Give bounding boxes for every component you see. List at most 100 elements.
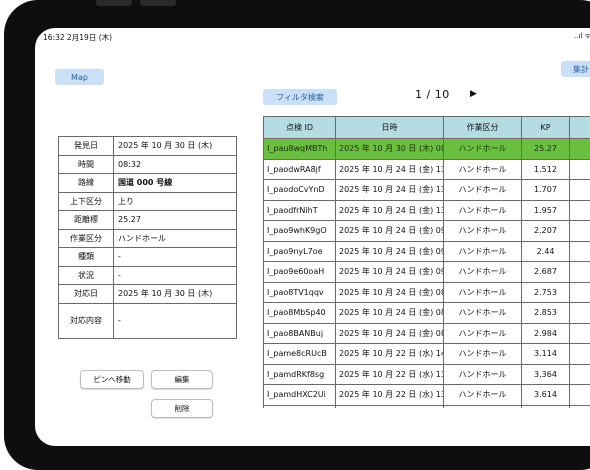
table-cell: 2025 年 10 月 22 日 (水) 13:53 (335, 363, 444, 385)
column-header[interactable]: ピ (569, 116, 590, 139)
table-row[interactable]: I_paodoCvYnD2025 年 10 月 24 日 (金) 13:24ハン… (263, 179, 590, 201)
inspection-table-viewport[interactable]: 点検 ID日時作業区分KPピ I_pau8wqMBTh2025 年 10 月 3… (263, 116, 590, 408)
table-cell: P_HH10 (569, 404, 590, 408)
table-cell: 25.27 (521, 138, 570, 160)
table-cell: I_pao8TV1qqv (263, 281, 336, 303)
detail-value: 25.27 (113, 210, 237, 230)
table-cell: 2.44 (521, 240, 570, 262)
detail-row: 状況 - (58, 265, 237, 285)
table-cell: I_pamdHXC2Ui (263, 384, 336, 406)
table-cell: P_HH10 (569, 343, 590, 365)
table-cell: P_HH10 (569, 138, 590, 160)
status-time-date: 16:32 2月19日 (木) (43, 33, 113, 42)
table-cell: I_paodoCvYnD (263, 179, 336, 201)
filter-search-button[interactable]: フィルタ検索 (263, 89, 337, 105)
delete-button[interactable]: 削除 (151, 399, 213, 418)
detail-row: 距離標 25.27 (58, 210, 237, 230)
table-row[interactable]: I_pao9e60oaH2025 年 10 月 24 日 (金) 09:14ハン… (263, 261, 590, 283)
detail-label: 距離標 (58, 210, 114, 230)
pin-move-button[interactable]: ピンへ移動 (80, 370, 144, 389)
table-cell: 2.687 (521, 261, 570, 283)
table-cell: 2.853 (521, 302, 570, 324)
detail-value: 上り (113, 191, 237, 211)
table-cell: ハンドホール (443, 199, 522, 221)
map-button[interactable]: Map (55, 69, 104, 85)
aggregate-button[interactable]: 集計 (561, 61, 590, 77)
table-cell: P_HH10 (569, 302, 590, 324)
table-cell: 2025 年 10 月 24 日 (金) 13:15 (335, 199, 444, 221)
table-cell: 2025 年 10 月 24 日 (金) 09:32 (335, 220, 444, 242)
table-cell: ハンドホール (443, 179, 522, 201)
table-cell: P_HH10 (569, 220, 590, 242)
table-cell: 3.864 (521, 404, 570, 408)
table-cell: 2025 年 10 月 24 日 (金) 08:48 (335, 302, 444, 324)
table-cell: 3.614 (521, 384, 570, 406)
table-cell: I_pao9e60oaH (263, 261, 336, 283)
detail-value: - (113, 247, 237, 267)
detail-row: 上下区分 上り (58, 191, 237, 211)
table-cell: ハンドホール (443, 138, 522, 160)
detail-row: 時間 08:32 (58, 154, 237, 174)
detail-label: 路線 (58, 173, 114, 193)
table-cell: P_HH10 (569, 384, 590, 406)
table-cell: 2025 年 10 月 22 日 (水) 13:43 (335, 384, 444, 406)
table-cell: ハンドホール (443, 158, 522, 180)
table-row[interactable]: I_pao8TV1qqv2025 年 10 月 24 日 (金) 08:55ハン… (263, 281, 590, 303)
table-row[interactable]: I_pao8MbSp402025 年 10 月 24 日 (金) 08:48ハン… (263, 302, 590, 324)
table-cell: ハンドホール (443, 343, 522, 365)
column-header[interactable]: 日時 (335, 116, 444, 139)
detail-label: 対応日 (58, 284, 114, 304)
detail-table: 発見日 2025 年 10 月 30 日 (木) 時間 08:32 路線 国道 000 号… (58, 136, 237, 339)
table-cell: 2025 年 10 月 24 日 (金) 08:55 (335, 281, 444, 303)
table-cell: 2025 年 10 月 24 日 (金) 08:37 (335, 322, 444, 344)
table-row[interactable]: I_paodfrNihT2025 年 10 月 24 日 (金) 13:15ハン… (263, 199, 590, 221)
table-cell: P_HH10 (569, 261, 590, 283)
table-cell: P_HH10 (569, 240, 590, 262)
page-indicator: 1 / 10 (415, 88, 450, 101)
table-row[interactable]: I_pamdzv82ri2025 年 10 月 22 日 (水) 13:35ハン… (263, 404, 590, 408)
table-cell: P_HH10 (569, 281, 590, 303)
table-cell: P_HH10 (569, 158, 590, 180)
table-cell: ハンドホール (443, 404, 522, 408)
table-cell: 2.207 (521, 220, 570, 242)
table-cell: I_pao9nyL7oe (263, 240, 336, 262)
detail-label: 時間 (58, 154, 114, 174)
detail-value: ハンドホール (113, 228, 237, 248)
edit-button[interactable]: 編集 (151, 370, 213, 389)
detail-label: 発見日 (58, 136, 114, 156)
table-cell: 2.753 (521, 281, 570, 303)
table-cell: 2025 年 10 月 22 日 (水) 14:08 (335, 343, 444, 365)
table-row[interactable]: I_pau8wqMBTh2025 年 10 月 30 日 (木) 08:32ハン… (263, 138, 590, 160)
detail-label: 作業区分 (58, 228, 114, 248)
table-cell: P_HH10 (569, 363, 590, 385)
table-row[interactable]: I_pao8BANBuj2025 年 10 月 24 日 (金) 08:37ハン… (263, 322, 590, 344)
table-cell: ハンドホール (443, 302, 522, 324)
table-row[interactable]: I_pame8cRUcB2025 年 10 月 22 日 (水) 14:08ハン… (263, 343, 590, 365)
status-icons: ..ıl ᯤ (574, 32, 590, 40)
table-cell: 3.114 (521, 343, 570, 365)
table-cell: I_pao8BANBuj (263, 322, 336, 344)
table-row[interactable]: I_pao9nyL7oe2025 年 10 月 24 日 (金) 09:23ハン… (263, 240, 590, 262)
table-cell: 2025 年 10 月 24 日 (金) 13:32 (335, 158, 444, 180)
table-cell: 2025 年 10 月 24 日 (金) 09:23 (335, 240, 444, 262)
detail-row: 種類 - (58, 247, 237, 267)
table-cell: P_HH10 (569, 322, 590, 344)
column-header[interactable]: 作業区分 (443, 116, 522, 139)
table-cell: I_pamdRKf8sg (263, 363, 336, 385)
table-row[interactable]: I_pamdRKf8sg2025 年 10 月 22 日 (水) 13:53ハン… (263, 363, 590, 385)
table-cell: 3.364 (521, 363, 570, 385)
detail-label: 種類 (58, 247, 114, 267)
column-header[interactable]: 点検 ID (263, 116, 336, 139)
table-cell: I_pame8cRUcB (263, 343, 336, 365)
table-row[interactable]: I_pao9whK9gO2025 年 10 月 24 日 (金) 09:32ハン… (263, 220, 590, 242)
detail-row: 発見日 2025 年 10 月 30 日 (木) (58, 136, 237, 156)
table-cell: P_HH10 (569, 179, 590, 201)
table-row[interactable]: I_pamdHXC2Ui2025 年 10 月 22 日 (水) 13:43ハン… (263, 384, 590, 406)
next-page-icon[interactable]: ▶ (470, 89, 477, 99)
table-cell: 2025 年 10 月 30 日 (木) 08:32 (335, 138, 444, 160)
column-header[interactable]: KP (521, 116, 570, 139)
detail-value: - (113, 302, 237, 339)
table-header-row: 点検 ID日時作業区分KPピ (263, 116, 590, 139)
table-row[interactable]: I_paodwRA8jf2025 年 10 月 24 日 (金) 13:32ハン… (263, 158, 590, 180)
table-cell: 2.984 (521, 322, 570, 344)
